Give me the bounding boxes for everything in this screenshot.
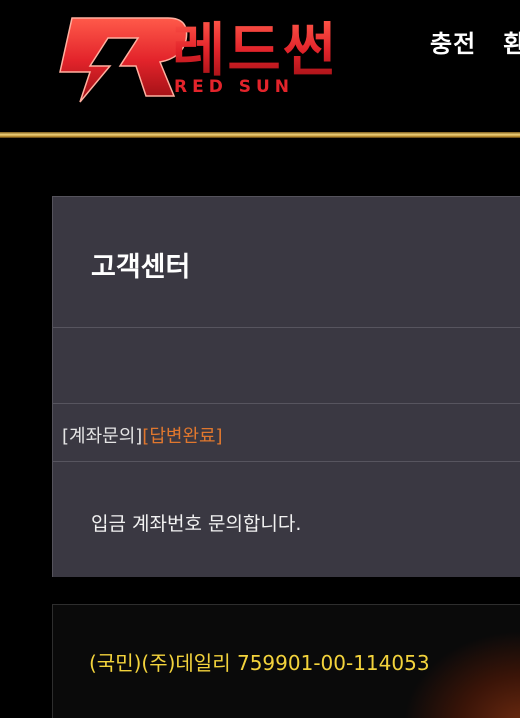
account-info-box: (국민)(주)데일리 759901-00-114053 — [52, 604, 520, 718]
nav-item-charge[interactable]: 충전 — [430, 30, 476, 58]
message-body: 입금 계좌번호 문의합니다. — [91, 513, 302, 535]
nav-item-exchange[interactable]: 환 — [503, 30, 520, 58]
customer-center-panel: 고객센터 입금 계좌번호 문의합니다. — [52, 196, 520, 577]
lightning-r-icon — [59, 17, 188, 103]
category-label: [계좌문의] — [62, 426, 143, 447]
account-number-text: (국민)(주)데일리 759901-00-114053 — [89, 651, 430, 675]
main-nav: 충전 환 — [430, 24, 520, 59]
logo-english-text: RED SUN — [174, 77, 294, 97]
page-title: 고객센터 — [91, 252, 191, 283]
status-badge: [답변완료] — [142, 426, 223, 447]
divider — [53, 403, 520, 404]
red-sun-logo[interactable]: 레드썬 RED SUN — [50, 8, 380, 104]
divider — [53, 327, 520, 328]
gold-divider — [0, 132, 520, 138]
inquiry-header[interactable]: [계좌문의][답변완료] — [62, 422, 223, 448]
divider — [53, 461, 520, 462]
site-header: 레드썬 RED SUN 충전 환 — [0, 0, 520, 132]
logo-korean-text: 레드썬 — [172, 16, 338, 84]
